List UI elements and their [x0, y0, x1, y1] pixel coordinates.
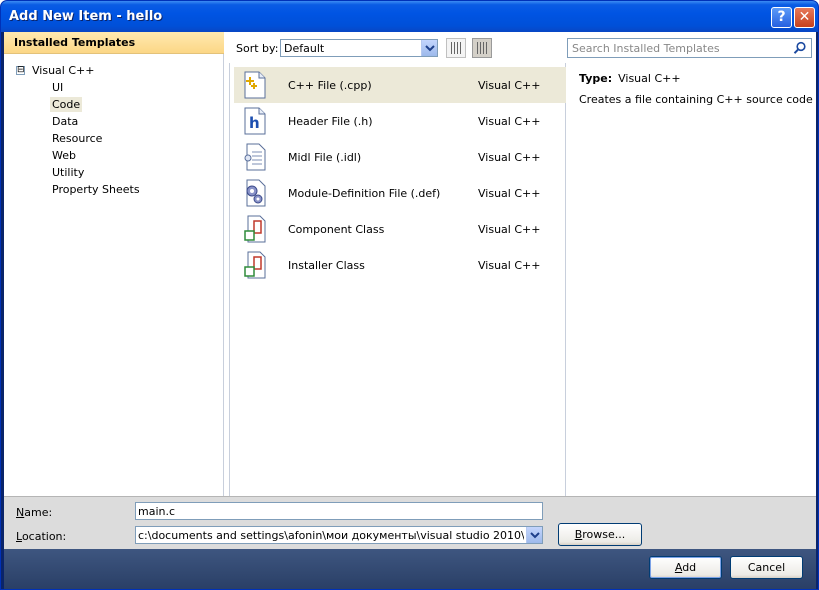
window-title: Add New Item - hello [9, 9, 163, 24]
installed-templates-header: Installed Templates [4, 32, 224, 54]
grid-view-icon [451, 42, 461, 54]
small-icons-view-button[interactable] [472, 38, 492, 58]
svg-text:h: h [249, 114, 260, 132]
item-details-form: Name: Location: Browse... [4, 496, 816, 549]
template-language: Visual C++ [478, 259, 541, 272]
component-class-icon [244, 215, 266, 243]
tree-item[interactable]: Web [50, 148, 78, 163]
template-name: Module-Definition File (.def) [288, 187, 441, 200]
name-field[interactable] [135, 502, 543, 520]
name-input[interactable] [138, 504, 538, 518]
tree-item[interactable]: Utility [50, 165, 86, 180]
template-row[interactable]: h Header File (.h) Visual C++ [234, 103, 566, 139]
list-view-icon [477, 42, 487, 54]
cpp-file-icon [244, 71, 266, 99]
location-field[interactable] [135, 526, 543, 544]
template-name: C++ File (.cpp) [288, 79, 372, 92]
installer-class-icon [244, 251, 266, 279]
tree-item[interactable]: Property Sheets [50, 182, 142, 197]
dialog-body: Installed Templates ⊟ Visual C++ UI Code D… [4, 32, 816, 496]
template-language: Visual C++ [478, 79, 541, 92]
template-info-pane: Type: Visual C++ Creates a file containin… [567, 32, 816, 496]
template-language: Visual C++ [478, 223, 541, 236]
add-new-item-dialog: Add New Item - hello ? ✕ Installed Templ… [0, 0, 819, 590]
list-toolbar: Sort by: Default [228, 36, 566, 60]
template-language: Visual C++ [478, 151, 541, 164]
dialog-footer: Add Cancel [4, 549, 816, 589]
tree-item[interactable]: Code [50, 97, 83, 112]
chevron-down-icon[interactable] [421, 40, 437, 56]
add-button[interactable]: Add [649, 556, 722, 579]
template-row[interactable]: Component Class Visual C++ [234, 211, 566, 247]
midl-file-icon [244, 143, 266, 171]
template-name: Midl File (.idl) [288, 151, 362, 164]
search-box[interactable] [567, 38, 812, 58]
def-file-icon [244, 179, 266, 207]
chevron-down-icon[interactable] [526, 527, 542, 543]
tree-item[interactable]: UI [50, 80, 65, 95]
help-button[interactable]: ? [771, 7, 792, 28]
name-label: Name: [16, 506, 53, 519]
sort-by-select[interactable]: Default [280, 39, 438, 57]
browse-button[interactable]: Browse... [558, 523, 642, 546]
type-value: Visual C++ [618, 72, 681, 85]
sort-by-value: Default [284, 42, 325, 55]
cancel-button[interactable]: Cancel [730, 556, 803, 579]
location-label: Location: [16, 530, 67, 543]
title-bar[interactable]: Add New Item - hello ? ✕ [1, 1, 818, 32]
template-name: Component Class [288, 223, 385, 236]
installed-templates-title: Installed Templates [14, 36, 136, 49]
templates-list: C++ File (.cpp) Visual C++ h Header File (.… [229, 63, 566, 496]
search-input[interactable] [570, 40, 790, 56]
template-type: Type: Visual C++ [579, 72, 681, 85]
template-name: Header File (.h) [288, 115, 373, 128]
template-description: Creates a file containing C++ source cod… [579, 93, 813, 106]
search-icon[interactable] [793, 41, 807, 55]
template-row[interactable]: C++ File (.cpp) Visual C++ [234, 67, 566, 103]
template-row[interactable]: Midl File (.idl) Visual C++ [234, 139, 566, 175]
location-input[interactable] [138, 528, 524, 542]
template-row[interactable]: Installer Class Visual C++ [234, 247, 566, 283]
tree-item[interactable]: Resource [50, 131, 104, 146]
template-language: Visual C++ [478, 187, 541, 200]
header-file-icon: h [244, 107, 266, 135]
template-row[interactable]: Module-Definition File (.def) Visual C++ [234, 175, 566, 211]
template-name: Installer Class [288, 259, 365, 272]
sort-by-label: Sort by: [236, 42, 279, 55]
close-button[interactable]: ✕ [794, 7, 815, 28]
type-label: Type: [579, 72, 613, 85]
template-language: Visual C++ [478, 115, 541, 128]
templates-tree-pane: Installed Templates ⊟ Visual C++ UI Code D… [4, 32, 224, 496]
tree-node-label[interactable]: Visual C++ [32, 64, 94, 77]
tree-item[interactable]: Data [50, 114, 80, 129]
medium-icons-view-button[interactable] [446, 38, 466, 58]
collapse-icon[interactable]: ⊟ [16, 66, 25, 75]
